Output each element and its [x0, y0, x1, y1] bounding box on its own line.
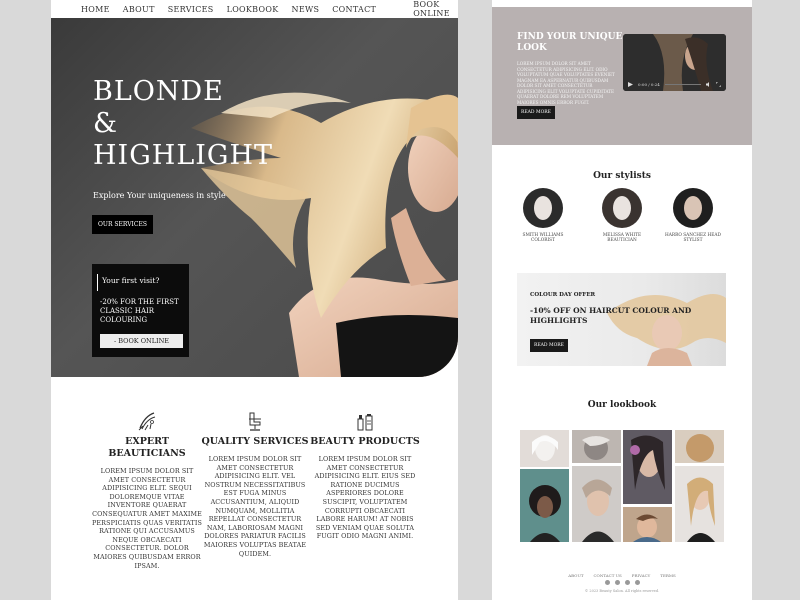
- feature-text: LOREM IPSUM DOLOR SIT AMET CONSECTETUR A…: [92, 467, 202, 570]
- video-controls: 0:00 / 0:24: [623, 77, 726, 91]
- feature-title: BEAUTY PRODUCTS: [310, 436, 420, 447]
- stylist-card[interactable]: SMITH WILLIAMS COLORIST: [513, 188, 573, 243]
- salon-chair-icon: [249, 412, 261, 431]
- promo-accent-bar: [97, 274, 98, 291]
- landing-page-left: HOME ABOUT SERVICES LOOKBOOK NEWS CONTAC…: [51, 0, 458, 600]
- video-time: 0:00 / 0:24: [638, 81, 660, 87]
- landing-page-right: FIND YOUR UNIQUE LOOK LOREM IPSUM DOLOR …: [492, 0, 752, 600]
- lookbook-photo[interactable]: [572, 430, 621, 463]
- find-look-text: LOREM IPSUM DOLOR SIT AMET CONSECTETUR A…: [517, 61, 615, 105]
- avatar: [673, 188, 713, 228]
- footer-link-terms[interactable]: TERMS: [660, 573, 675, 578]
- lookbook-photo[interactable]: [675, 430, 724, 463]
- feature-title: EXPERT BEAUTICIANS: [108, 436, 186, 459]
- promo-heading: Your first visit?: [102, 276, 160, 285]
- offer-title: -10% OFF ON HAIRCUT COLOUR AND HIGHLIGHT…: [530, 306, 692, 325]
- nav-lookbook[interactable]: LOOKBOOK: [227, 5, 279, 14]
- first-visit-promo: Your first visit? -20% FOR THE FIRST CLA…: [92, 264, 189, 357]
- hero-subtitle: Explore Your uniqueness in style: [93, 191, 226, 200]
- lookbook-photo[interactable]: [675, 466, 724, 542]
- feature-text: LOREM IPSUM DOLOR SIT AMET CONSECTETUR A…: [203, 455, 307, 558]
- lookbook-photo[interactable]: [520, 469, 569, 542]
- promo-book-online-button[interactable]: - BOOK ONLINE: [100, 334, 183, 348]
- stylists-section-title: Our stylists: [593, 171, 651, 181]
- footer-link-contact[interactable]: CONTACT US: [594, 573, 622, 578]
- nav-contact[interactable]: CONTACT: [332, 5, 376, 14]
- lookbook-photo[interactable]: [520, 430, 569, 467]
- nav-services[interactable]: SERVICES: [168, 5, 214, 14]
- offer-read-more-button[interactable]: READ MORE: [530, 339, 568, 352]
- stylist-name: HARRO SANCHEZ HEAD STYLIST: [665, 233, 721, 244]
- beauty-products-icon: [357, 414, 373, 431]
- stylist-name: SMITH WILLIAMS COLORIST: [522, 233, 564, 244]
- nav-book-online[interactable]: BOOK ONLINE: [413, 0, 450, 18]
- footer-social-icons: [492, 580, 752, 585]
- promo-text: -20% FOR THE FIRST CLASSIC HAIR COLOURIN…: [100, 298, 179, 324]
- video-player[interactable]: 0:00 / 0:24: [623, 34, 726, 91]
- feature-beauty-products: BEAUTY PRODUCTS LOREM IPSUM DOLOR SIT AM…: [310, 410, 420, 541]
- avatar: [602, 188, 642, 228]
- stylist-card[interactable]: HARRO SANCHEZ HEAD STYLIST: [663, 188, 723, 243]
- video-progress-track[interactable]: [664, 83, 701, 85]
- offer-label: COLOUR DAY OFFER: [530, 292, 596, 298]
- footer-link-privacy[interactable]: PRIVACY: [632, 573, 651, 578]
- top-navigation: HOME ABOUT SERVICES LOOKBOOK NEWS CONTAC…: [51, 0, 458, 18]
- hero-title: BLONDE & HIGHLIGHT: [93, 76, 274, 171]
- footer-copyright: © 2023 Beauty Salon. All rights reserved…: [584, 589, 660, 593]
- our-services-button[interactable]: OUR SERVICES: [92, 215, 153, 234]
- find-look-title: FIND YOUR UNIQUE LOOK: [517, 32, 623, 53]
- pinterest-icon[interactable]: [634, 580, 640, 585]
- find-your-look-section: FIND YOUR UNIQUE LOOK LOREM IPSUM DOLOR …: [492, 7, 752, 145]
- feature-quality-services: QUALITY SERVICES LOREM IPSUM DOLOR SIT A…: [200, 410, 310, 558]
- stylist-name: MELISSA WHITE BEAUTICIAN: [602, 233, 642, 244]
- volume-icon[interactable]: [706, 81, 711, 87]
- hero-banner: BLONDE & HIGHLIGHT Explore Your uniquene…: [51, 18, 458, 377]
- instagram-icon[interactable]: [624, 580, 630, 585]
- footer-links: ABOUT CONTACT US PRIVACY TERMS: [492, 573, 752, 578]
- nav-about[interactable]: ABOUT: [123, 5, 155, 14]
- lookbook-section-title: Our lookbook: [587, 400, 657, 410]
- play-icon[interactable]: [628, 81, 633, 87]
- twitter-icon[interactable]: [614, 580, 620, 585]
- nav-home[interactable]: HOME: [81, 5, 110, 14]
- facebook-icon[interactable]: [604, 580, 610, 585]
- feature-text: LOREM IPSUM DOLOR SIT AMET CONSECTETUR A…: [314, 455, 416, 541]
- footer-link-about[interactable]: ABOUT: [568, 573, 583, 578]
- feature-expert-beauticians: EXPERT BEAUTICIANS LOREM IPSUM DOLOR SIT…: [92, 410, 202, 570]
- lookbook-photo[interactable]: [623, 507, 672, 542]
- feature-title: QUALITY SERVICES: [201, 436, 309, 447]
- features-section: EXPERT BEAUTICIANS LOREM IPSUM DOLOR SIT…: [51, 410, 458, 600]
- lookbook-photo[interactable]: [572, 466, 621, 542]
- find-look-read-more-button[interactable]: READ MORE: [517, 106, 555, 119]
- stylist-card[interactable]: MELISSA WHITE BEAUTICIAN: [592, 188, 652, 243]
- fullscreen-icon[interactable]: [716, 81, 721, 87]
- colour-day-offer-banner: COLOUR DAY OFFER -10% OFF ON HAIRCUT COL…: [517, 273, 726, 366]
- lookbook-photo[interactable]: [623, 430, 672, 504]
- hair-brush-icon: [138, 412, 156, 431]
- avatar: [523, 188, 563, 228]
- nav-news[interactable]: NEWS: [292, 5, 320, 14]
